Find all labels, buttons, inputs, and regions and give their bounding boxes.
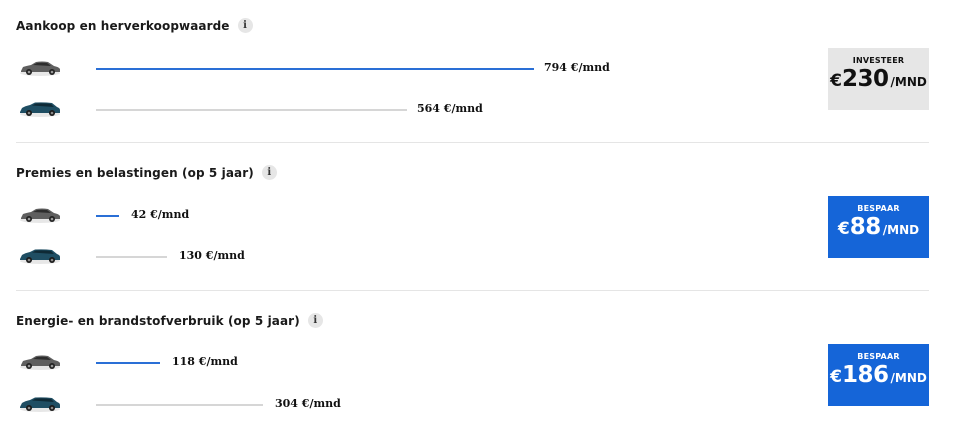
badge-label: BESPAAR — [857, 352, 900, 361]
euro-sign: € — [830, 367, 842, 387]
badge-label: INVESTEER — [852, 56, 905, 65]
euro-sign: € — [837, 219, 850, 239]
euro-sign: € — [830, 71, 842, 91]
silver-sedan-icon — [18, 58, 62, 78]
teal-wagon-icon — [18, 394, 62, 414]
monthly-value: 118 €/mnd — [172, 355, 238, 368]
divider — [16, 142, 929, 143]
save-badge: BESPAAR € 88 /MND — [828, 196, 929, 258]
teal-wagon-icon — [18, 99, 62, 119]
section-title: Premies en belastingen (op 5 jaar) i — [16, 165, 277, 180]
invest-badge: INVESTEER € 230 /MND — [828, 48, 929, 110]
badge-amount: € 186 /MND — [830, 362, 927, 388]
info-icon[interactable]: i — [261, 165, 277, 180]
section-title: Aankoop en herverkoopwaarde i — [16, 18, 253, 33]
section-title: Energie- en brandstofverbruik (op 5 jaar… — [16, 313, 323, 328]
silver-sedan-icon — [18, 205, 62, 225]
info-icon[interactable]: i — [237, 18, 253, 33]
badge-unit: /MND — [890, 75, 927, 89]
badge-unit: /MND — [882, 223, 920, 237]
section-title-text: Aankoop en herverkoopwaarde — [16, 18, 230, 33]
teal-wagon-icon — [18, 246, 62, 266]
badge-label: BESPAAR — [857, 204, 900, 213]
badge-unit: /MND — [890, 371, 927, 385]
section-title-text: Premies en belastingen (op 5 jaar) — [16, 165, 254, 180]
comparison-row: 304 €/mnd — [0, 394, 800, 414]
value-bar — [96, 215, 119, 217]
info-icon[interactable]: i — [307, 313, 323, 328]
silver-sedan-icon — [18, 352, 62, 372]
value-bar — [96, 68, 534, 70]
comparison-row: 130 €/mnd — [0, 246, 800, 266]
value-bar — [96, 256, 167, 258]
monthly-value: 794 €/mnd — [544, 61, 610, 74]
comparison-row: 118 €/mnd — [0, 352, 800, 372]
value-bar — [96, 109, 407, 111]
save-badge: BESPAAR € 186 /MND — [828, 344, 929, 406]
comparison-row: 42 €/mnd — [0, 205, 800, 225]
value-bar — [96, 362, 160, 364]
badge-number: 186 — [842, 362, 889, 388]
badge-amount: € 88 /MND — [838, 214, 919, 240]
monthly-value: 42 €/mnd — [131, 208, 190, 221]
section-title-text: Energie- en brandstofverbruik (op 5 jaar… — [16, 313, 300, 328]
divider — [16, 290, 929, 291]
monthly-value: 564 €/mnd — [417, 102, 483, 115]
value-bar — [96, 404, 263, 406]
monthly-value: 304 €/mnd — [275, 397, 341, 410]
badge-number: 230 — [842, 66, 889, 92]
comparison-row: 564 €/mnd — [0, 99, 800, 119]
comparison-row: 794 €/mnd — [0, 58, 800, 78]
monthly-value: 130 €/mnd — [179, 249, 245, 262]
badge-number: 88 — [849, 214, 882, 240]
badge-amount: € 230 /MND — [830, 66, 927, 92]
